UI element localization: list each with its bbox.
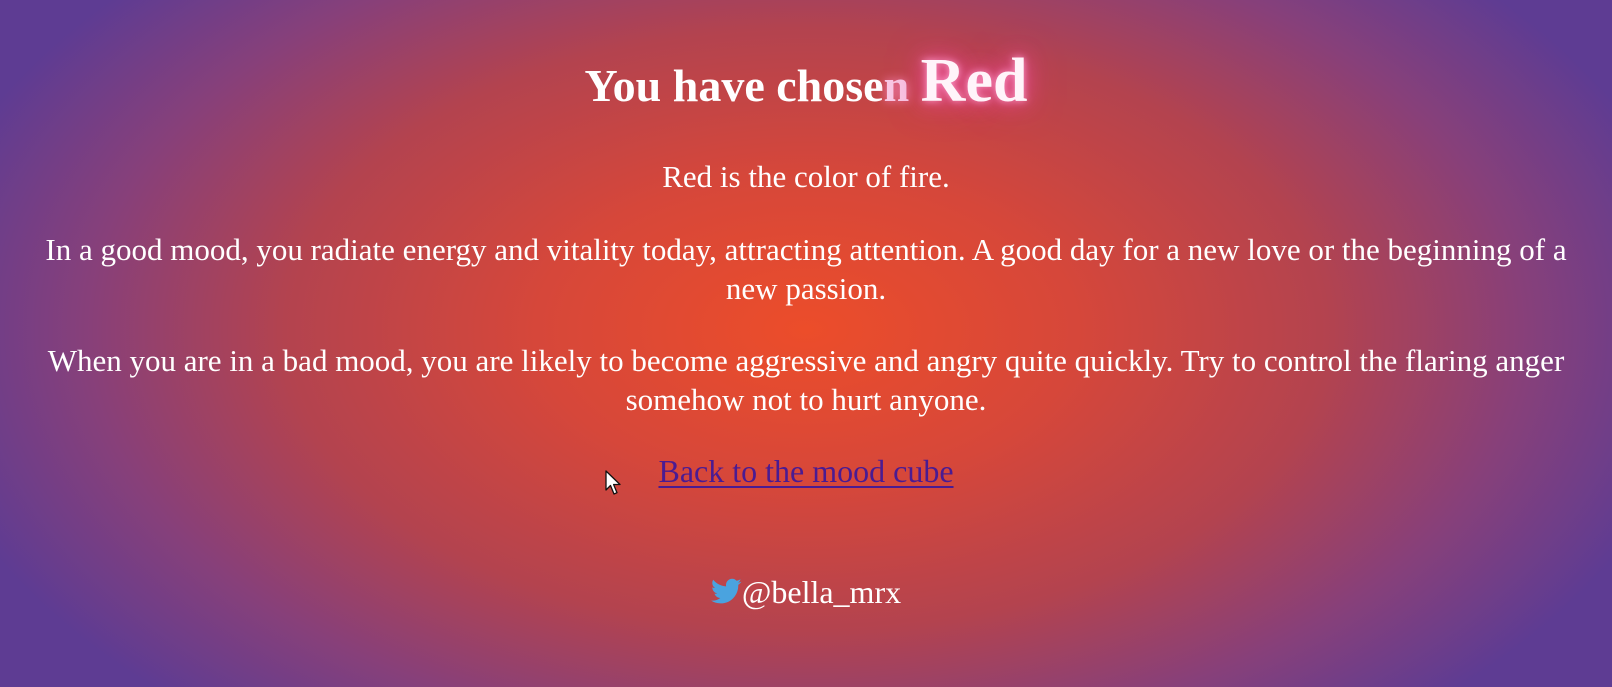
chosen-color-word: Red: [920, 47, 1028, 115]
twitter-bird-icon[interactable]: [710, 578, 742, 605]
mood-result-page: You have chosen Red Red is the color of …: [0, 0, 1612, 687]
twitter-handle[interactable]: @bella_mrx: [742, 574, 901, 610]
page-title: You have chosen Red: [0, 36, 1612, 131]
footer: @bella_mrx: [0, 572, 1612, 612]
title-glow-letter: n: [883, 60, 910, 111]
color-description: Red is the color of fire.: [662, 159, 950, 194]
back-to-mood-cube-link[interactable]: Back to the mood cube: [658, 453, 953, 489]
back-link-container: Back to the mood cube: [0, 451, 1612, 491]
title-prefix: You have chose: [584, 60, 884, 111]
good-mood-text: In a good mood, you radiate energy and v…: [45, 232, 1567, 306]
mouse-cursor-icon: [605, 470, 621, 495]
bad-mood-text: When you are in a bad mood, you are like…: [47, 343, 1565, 417]
